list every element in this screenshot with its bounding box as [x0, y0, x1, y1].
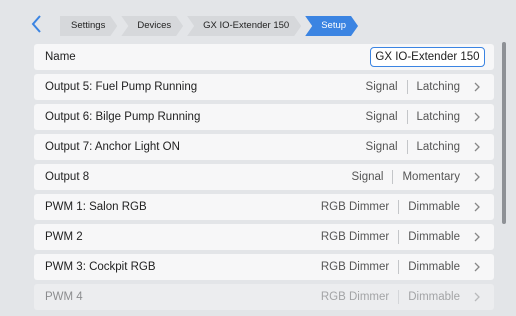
chevron-right-icon	[474, 172, 480, 182]
chevron-right-icon	[474, 112, 480, 122]
divider	[406, 140, 408, 154]
divider	[406, 110, 408, 124]
chevron-right-icon	[474, 202, 480, 212]
chevron-right-icon	[474, 262, 480, 272]
item-mode: Dimmable	[408, 291, 460, 303]
back-button[interactable]	[30, 14, 44, 34]
list-item[interactable]: PWM 2 RGB Dimmer Dimmable	[34, 224, 494, 250]
settings-screen: Settings Devices GX IO-Extender 150 Setu…	[0, 0, 516, 316]
item-label: PWM 4	[45, 291, 83, 303]
item-mode: Latching	[416, 141, 460, 153]
item-label: Output 8	[45, 171, 90, 183]
chevron-right-icon	[474, 82, 480, 92]
item-type: Signal	[365, 111, 398, 123]
breadcrumb-settings[interactable]: Settings	[60, 16, 117, 36]
item-mode: Dimmable	[408, 231, 460, 243]
breadcrumb: Settings Devices GX IO-Extender 150 Setu…	[60, 16, 362, 36]
item-mode: Latching	[416, 81, 460, 93]
divider	[398, 290, 400, 304]
item-mode: Dimmable	[408, 261, 460, 273]
divider	[392, 170, 394, 184]
list-item[interactable]: PWM 1: Salon RGB RGB Dimmer Dimmable	[34, 194, 494, 220]
item-type: Signal	[365, 81, 398, 93]
chevron-right-icon	[474, 142, 480, 152]
breadcrumb-devices[interactable]: Devices	[121, 16, 183, 36]
chevron-right-icon	[474, 232, 480, 242]
header: Settings Devices GX IO-Extender 150 Setu…	[0, 0, 516, 42]
item-mode: Momentary	[402, 171, 460, 183]
item-label: PWM 2	[45, 231, 83, 243]
item-type: RGB Dimmer	[320, 291, 390, 303]
item-label: PWM 3: Cockpit RGB	[45, 261, 156, 273]
item-label: Output 5: Fuel Pump Running	[45, 81, 198, 93]
settings-list: Name GX IO-Extender 150 Output 5: Fuel P…	[34, 40, 494, 316]
chevron-right-icon	[474, 292, 480, 302]
item-type: Signal	[351, 171, 384, 183]
item-label: PWM 1: Salon RGB	[45, 201, 147, 213]
list-item[interactable]: Output 6: Bilge Pump Running Signal Latc…	[34, 104, 494, 130]
item-label: Output 6: Bilge Pump Running	[45, 111, 201, 123]
divider	[398, 260, 400, 274]
scrollbar[interactable]	[502, 42, 506, 224]
chevron-left-icon	[31, 15, 41, 33]
divider	[398, 230, 400, 244]
list-item[interactable]: Output 7: Anchor Light ON Signal Latchin…	[34, 134, 494, 160]
item-type: RGB Dimmer	[320, 261, 390, 273]
divider	[406, 80, 408, 94]
divider	[398, 200, 400, 214]
item-mode: Latching	[416, 111, 460, 123]
list-item[interactable]: PWM 3: Cockpit RGB RGB Dimmer Dimmable	[34, 254, 494, 280]
breadcrumb-setup: Setup	[305, 16, 358, 36]
list-item[interactable]: PWM 4 RGB Dimmer Dimmable	[34, 284, 494, 310]
breadcrumb-device[interactable]: GX IO-Extender 150	[187, 16, 301, 36]
item-type: RGB Dimmer	[320, 231, 390, 243]
name-label: Name	[45, 51, 76, 63]
name-row[interactable]: Name GX IO-Extender 150	[34, 44, 494, 70]
item-type: RGB Dimmer	[320, 201, 390, 213]
name-field[interactable]: GX IO-Extender 150	[370, 47, 485, 67]
list-item[interactable]: Output 5: Fuel Pump Running Signal Latch…	[34, 74, 494, 100]
list-item[interactable]: Output 8 Signal Momentary	[34, 164, 494, 190]
item-label: Output 7: Anchor Light ON	[45, 141, 180, 153]
item-type: Signal	[365, 141, 398, 153]
item-mode: Dimmable	[408, 201, 460, 213]
